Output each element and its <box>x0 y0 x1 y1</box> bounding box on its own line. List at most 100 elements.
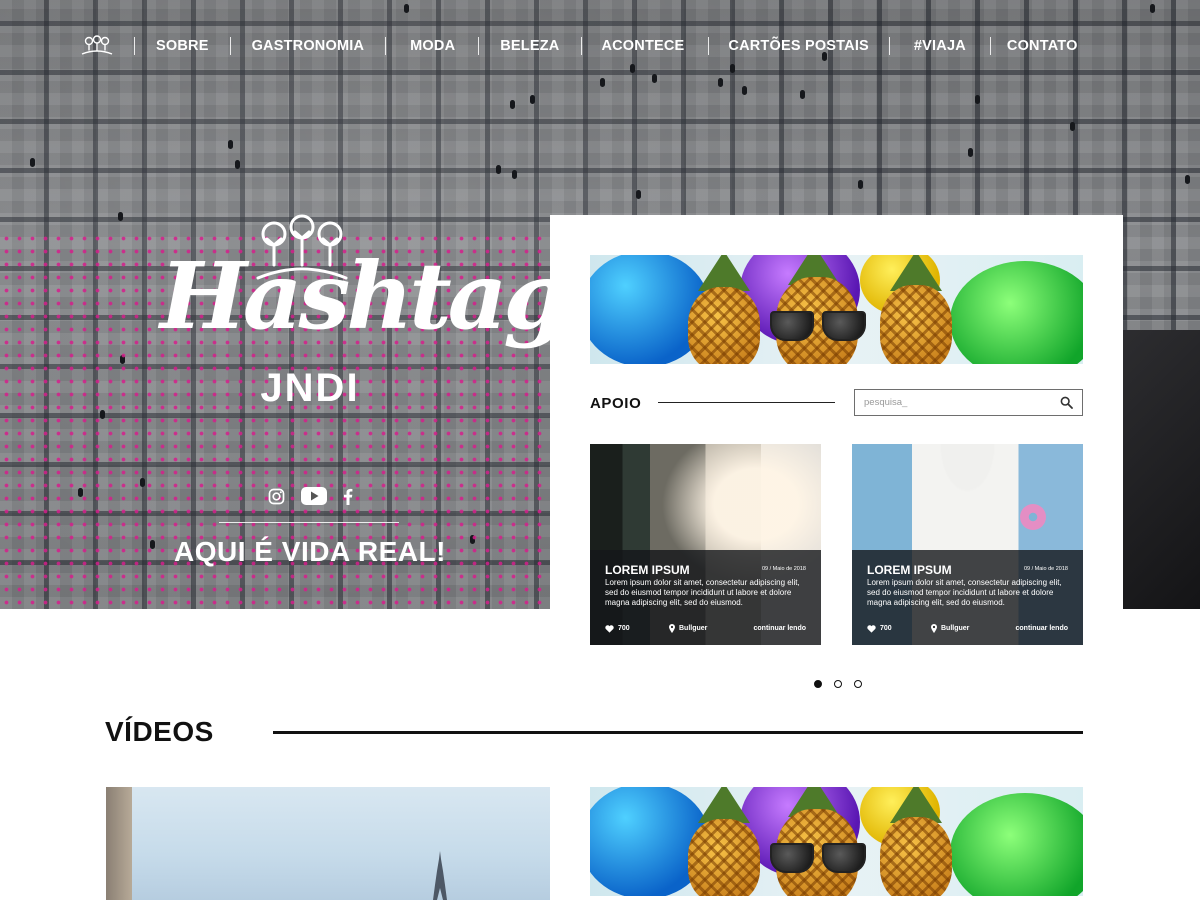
nav-link-cartoes-postais[interactable]: CARTÕES POSTAIS <box>728 38 869 54</box>
building-image <box>106 787 132 900</box>
person-figure <box>228 140 233 149</box>
person-figure <box>630 64 635 73</box>
person-figure <box>496 165 501 174</box>
pineapple-image <box>880 817 952 896</box>
card-meta: 700 Bullguer continuar lendo <box>867 624 1068 633</box>
read-more-link[interactable]: continuar lendo <box>754 625 807 632</box>
ad-banner[interactable] <box>590 255 1083 364</box>
trees-logo-icon[interactable] <box>80 35 114 57</box>
pineapple-image <box>880 285 952 364</box>
brand-wordmark: Hashtag <box>160 242 568 350</box>
youtube-icon[interactable] <box>301 487 327 505</box>
pineapple-leaves <box>698 255 750 291</box>
ad-banner[interactable] <box>590 787 1083 896</box>
likes-count: 700 <box>880 625 892 632</box>
balloon-image <box>950 261 1083 364</box>
sunglasses-image <box>770 311 866 341</box>
nav-link-viaja[interactable]: #VIAJA <box>914 38 966 54</box>
divider <box>658 402 835 403</box>
card-date: 09 / Maio de 2018 <box>1023 566 1068 572</box>
likes: 700 <box>867 624 931 633</box>
nav-item: MODA <box>385 33 455 59</box>
search-box <box>854 389 1083 416</box>
nav-separator <box>134 37 135 55</box>
search-icon[interactable] <box>1060 396 1073 409</box>
nav-link-acontece[interactable]: ACONTECE <box>601 38 684 54</box>
balloon-image <box>950 793 1083 896</box>
person-figure <box>600 78 605 87</box>
nav-separator <box>478 37 480 55</box>
sidebar-panel: APOIO LOREM IPSUM 09 / Maio de 2018 Lore… <box>550 215 1123 725</box>
heart-icon <box>605 624 614 633</box>
person-figure <box>118 212 123 221</box>
search-input[interactable] <box>855 390 1055 415</box>
nav-item: BELEZA <box>478 33 559 59</box>
nav-separator <box>708 37 710 55</box>
sunglasses-image <box>770 843 866 873</box>
nav-link-beleza[interactable]: BELEZA <box>500 38 559 54</box>
divider <box>273 731 1083 734</box>
card-excerpt: Lorem ipsum dolor sit amet, consectetur … <box>867 578 1062 608</box>
card-meta: 700 Bullguer continuar lendo <box>605 624 806 633</box>
nav-item: #VIAJA <box>888 33 966 59</box>
nav-item: SOBRE <box>134 33 209 59</box>
main-nav: SOBRE GASTRONOMIA MODA BELEZA ACONTECE C… <box>80 33 1078 59</box>
read-more-link[interactable]: continuar lendo <box>1016 625 1069 632</box>
eiffel-tower-image <box>433 851 447 900</box>
nav-separator <box>385 37 387 55</box>
nav-item: CARTÕES POSTAIS <box>708 33 869 59</box>
nav-item: ACONTECE <box>581 33 684 59</box>
person-figure <box>1185 175 1190 184</box>
pineapple-image <box>688 819 760 896</box>
person-figure <box>800 90 805 99</box>
instagram-icon[interactable] <box>268 488 285 505</box>
video-thumbnail[interactable] <box>106 787 550 900</box>
pager-dot[interactable] <box>834 680 842 688</box>
person-figure <box>30 158 35 167</box>
location: Bullguer <box>669 624 754 633</box>
person-figure <box>512 170 517 179</box>
post-card[interactable]: LOREM IPSUM 09 / Maio de 2018 Lorem ipsu… <box>852 444 1083 645</box>
person-figure <box>404 4 409 13</box>
section-label: APOIO <box>590 395 642 412</box>
location: Bullguer <box>931 624 1016 633</box>
card-date: 09 / Maio de 2018 <box>761 566 806 572</box>
location-name: Bullguer <box>941 625 970 632</box>
person-figure <box>235 160 240 169</box>
pineapple-image <box>688 287 760 364</box>
divider <box>219 522 399 523</box>
background-shadow <box>1120 330 1200 609</box>
person-figure <box>636 190 641 199</box>
person-figure <box>742 86 747 95</box>
nav-separator <box>229 37 231 55</box>
nav-link-sobre[interactable]: SOBRE <box>156 38 209 54</box>
pineapple-leaves <box>698 787 750 823</box>
likes: 700 <box>605 624 669 633</box>
person-figure <box>652 74 657 83</box>
person-figure <box>858 180 863 189</box>
nav-link-gastronomia[interactable]: GASTRONOMIA <box>252 38 365 54</box>
nav-separator <box>581 37 583 55</box>
post-card[interactable]: LOREM IPSUM 09 / Maio de 2018 Lorem ipsu… <box>590 444 821 645</box>
nav-link-moda[interactable]: MODA <box>410 38 455 54</box>
pager-dot[interactable] <box>854 680 862 688</box>
heart-icon <box>867 624 876 633</box>
pager-dot[interactable] <box>814 680 822 688</box>
nav-separator <box>989 37 991 55</box>
card-title: LOREM IPSUM <box>605 563 690 577</box>
person-figure <box>530 95 535 104</box>
map-pin-icon <box>669 624 675 633</box>
card-excerpt: Lorem ipsum dolor sit amet, consectetur … <box>605 578 800 608</box>
person-figure <box>718 78 723 87</box>
donut-pin-image <box>1020 504 1046 530</box>
card-title: LOREM IPSUM <box>867 563 952 577</box>
map-pin-icon <box>931 624 937 633</box>
nav-item: CONTATO <box>989 33 1078 59</box>
brand-subtitle: JNDI <box>260 366 360 410</box>
facebook-icon[interactable] <box>343 488 353 505</box>
person-figure <box>1070 122 1075 131</box>
hero-tagline: AQUI É VIDA REAL! <box>174 536 446 567</box>
carousel-pager <box>814 680 862 688</box>
nav-link-contato[interactable]: CONTATO <box>1007 38 1078 54</box>
likes-count: 700 <box>618 625 630 632</box>
